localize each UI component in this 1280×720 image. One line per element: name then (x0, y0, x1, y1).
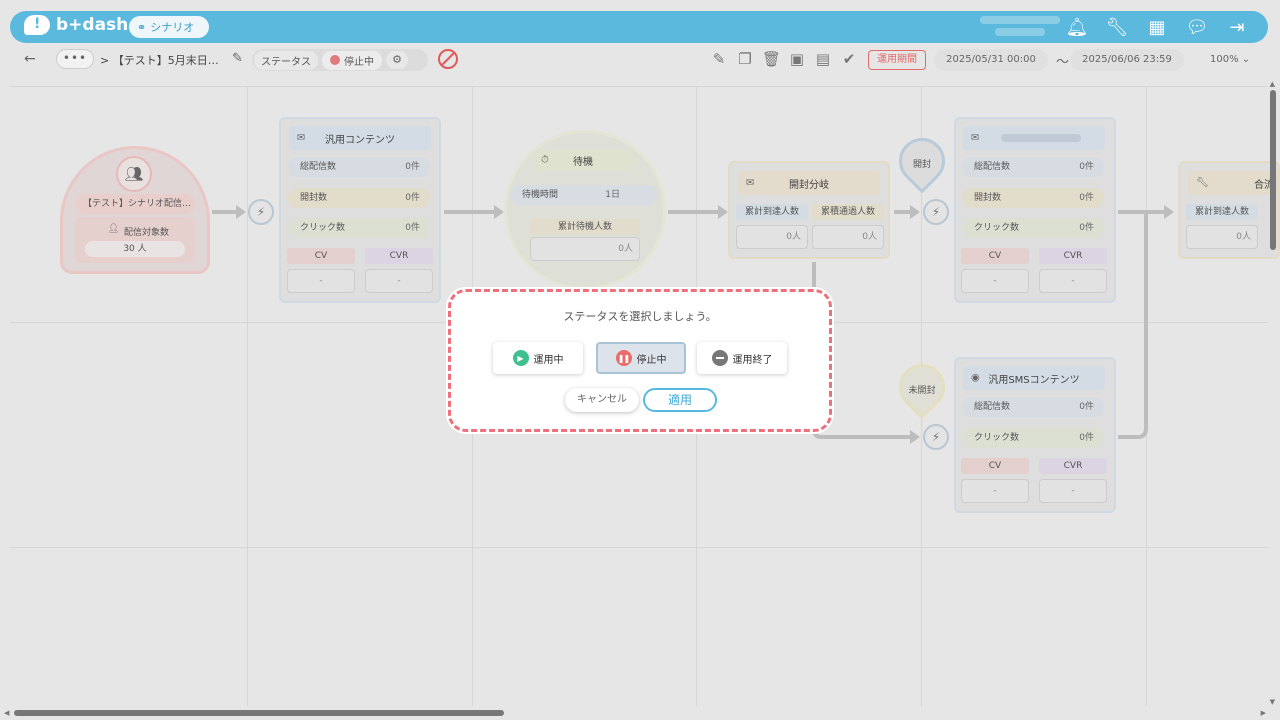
mail-icon: ✉ (297, 132, 306, 144)
cvr-value: - (365, 269, 433, 293)
group-icon: 👥︎ (116, 156, 152, 192)
envelope-open-icon: ✉ (746, 177, 755, 189)
branch-pass-label: 累積通過人数 (812, 204, 884, 220)
horizontal-scrollbar[interactable] (14, 710, 504, 716)
option-ended[interactable]: 運用終了 (697, 342, 787, 374)
cvr-value: - (1039, 269, 1107, 293)
wait-count-value: 0人 (530, 237, 640, 261)
row-open-value: 0件 (1079, 193, 1094, 203)
cv-value: - (287, 269, 355, 293)
branch-reach-value: 0人 (736, 225, 808, 249)
content-node-1-title: ✉ 汎用コンテンツ (289, 126, 431, 150)
sms-icon: ◉ (971, 372, 980, 384)
option-paused-label: 停止中 (636, 354, 667, 366)
row-total-value: 0件 (1079, 402, 1094, 412)
vertical-scrollbar[interactable] (1270, 90, 1276, 250)
cvr-value: - (1039, 479, 1107, 503)
status-dialog: ステータスを選択しましょう。 ▶ 運用中 ❚❚ 停止中 運用終了 キャンセル 適… (448, 289, 832, 432)
pause-icon: ❚❚ (615, 350, 632, 366)
unopened-pin-label: 未開封 (908, 386, 936, 396)
apply-button[interactable]: 適用 (643, 388, 717, 412)
wrench-icon: 🔧︎ (1196, 177, 1209, 189)
row-total-value: 0件 (405, 162, 420, 172)
cancel-button[interactable]: キャンセル (565, 388, 639, 412)
cv-label: CV (961, 458, 1029, 474)
target-value: 30 人 (85, 241, 185, 257)
wait-node-title: ⏱︎ 待機 (533, 150, 633, 170)
title-blurred (1001, 134, 1081, 142)
row-click-value: 0件 (1079, 223, 1094, 233)
branch-reach-label: 累計到達人数 (736, 204, 808, 220)
play-icon: ▶ (512, 350, 529, 366)
trigger-bolt-icon[interactable]: ⚡︎ (248, 199, 274, 225)
cvr-label: CVR (365, 248, 433, 264)
cvr-label: CVR (1039, 458, 1107, 474)
merge-reach-label: 累計到達人数 (1186, 204, 1258, 220)
trigger-bolt-icon[interactable]: ⚡︎ (923, 424, 949, 450)
row-click-value: 0件 (1079, 433, 1094, 443)
branch-pass-value: 0人 (812, 225, 884, 249)
cv-value: - (961, 479, 1029, 503)
target-label: 配信対象数 (124, 228, 170, 238)
cv-value: - (961, 269, 1029, 293)
start-node-title: 【テスト】シナリオ配信… (75, 194, 195, 214)
merge-node-title: 🔧︎ 合流 (1188, 171, 1280, 195)
trigger-bolt-icon[interactable]: ⚡︎ (923, 199, 949, 225)
minus-circle-icon (711, 350, 728, 366)
wait-count-label: 累計待機人数 (530, 219, 640, 235)
mail-icon: ✉ (971, 132, 980, 144)
clock-icon: ⏱︎ (541, 154, 549, 166)
scroll-right-arrow-icon[interactable]: ▶ (1261, 709, 1266, 717)
cv-label: CV (961, 248, 1029, 264)
option-running[interactable]: ▶ 運用中 (493, 342, 583, 374)
row-total-value: 0件 (1079, 162, 1094, 172)
scroll-up-arrow-icon[interactable]: ▲ (1270, 80, 1275, 88)
scroll-down-arrow-icon[interactable]: ▼ (1270, 698, 1275, 706)
dialog-title: ステータスを選択しましょう。 (563, 310, 717, 323)
content-node-2-title: ✉ (963, 126, 1105, 150)
open-pin-label: 開封 (912, 160, 931, 170)
row-open-value: 0件 (405, 193, 420, 203)
option-paused[interactable]: ❚❚ 停止中 (596, 342, 686, 374)
option-ended-label: 運用終了 (732, 354, 773, 366)
person-icon: 👤︎ (108, 224, 120, 234)
cv-label: CV (287, 248, 355, 264)
option-running-label: 運用中 (533, 354, 564, 366)
scroll-left-arrow-icon[interactable]: ◀ (4, 709, 9, 717)
cvr-label: CVR (1039, 248, 1107, 264)
row-click-value: 0件 (405, 223, 420, 233)
sms-node-title: ◉ 汎用SMSコンテンツ (963, 366, 1105, 390)
branch-node-title: ✉ 開封分岐 (738, 171, 880, 195)
wait-time-value: 1日 (605, 190, 620, 200)
merge-reach-value: 0人 (1186, 225, 1258, 249)
